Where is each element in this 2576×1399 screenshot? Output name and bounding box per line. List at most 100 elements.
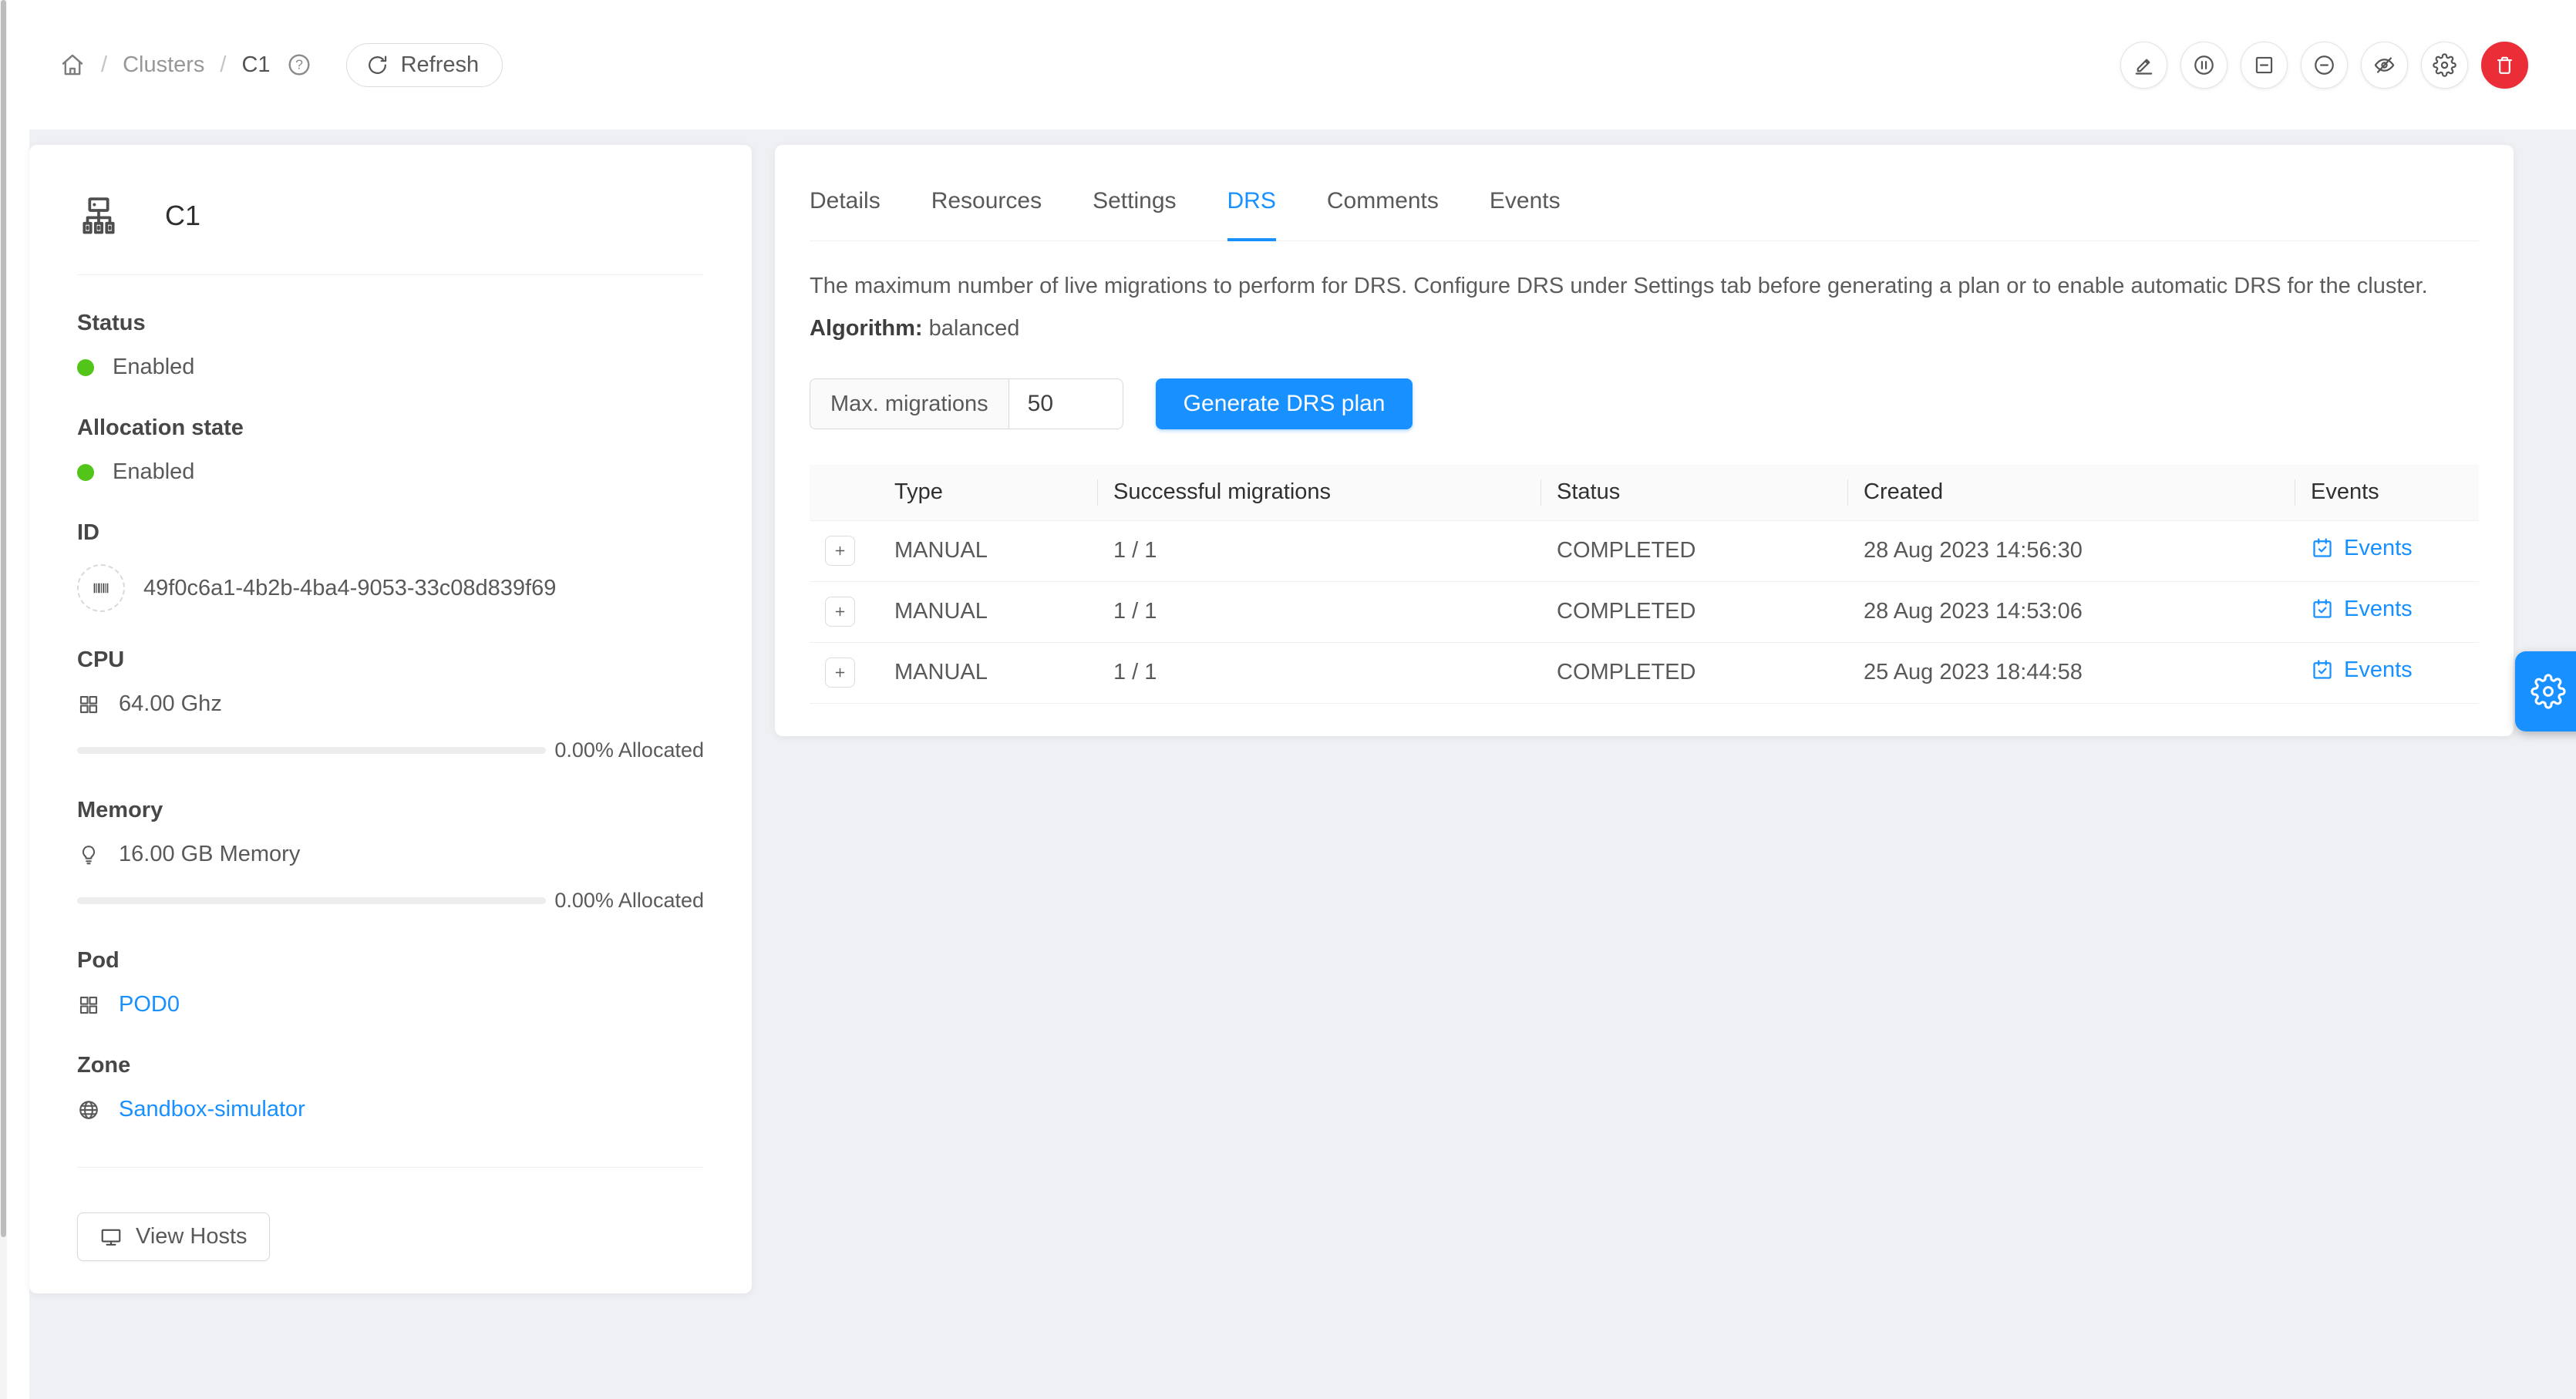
column-expand <box>810 465 879 520</box>
migrations-cell: 1 / 1 <box>1098 581 1541 642</box>
plus-icon <box>832 664 848 681</box>
divider <box>77 274 704 275</box>
table-row: MANUAL 1 / 1 COMPLETED 28 Aug 2023 14:56… <box>810 520 2479 581</box>
algorithm-label: Algorithm: <box>810 316 923 341</box>
edit-button[interactable] <box>2120 42 2167 89</box>
breadcrumb-separator: / <box>101 52 107 78</box>
memory-section: Memory 16.00 GB Memory 0.00% Allocated <box>77 798 704 913</box>
type-cell: MANUAL <box>879 581 1098 642</box>
home-icon[interactable] <box>59 52 86 78</box>
settings-button[interactable] <box>2421 42 2468 89</box>
calendar-check-icon <box>2311 658 2334 681</box>
pod-link[interactable]: POD0 <box>119 992 180 1017</box>
breadcrumb: / Clusters / C1 ? Refresh <box>59 43 503 87</box>
memory-allocated: 0.00% Allocated <box>554 889 704 913</box>
tabs: Details Resources Settings DRS Comments … <box>810 145 2479 241</box>
info-card: C1 Status Enabled Allocation state Enabl… <box>29 145 752 1293</box>
table-header-row: Type Successful migrations Status Create… <box>810 465 2479 520</box>
plus-icon <box>832 543 848 559</box>
breadcrumb-separator: / <box>220 52 226 78</box>
status-cell: COMPLETED <box>1541 520 1848 581</box>
memory-progressbar <box>77 897 546 904</box>
calendar-check-icon <box>2311 597 2334 620</box>
events-link[interactable]: Events <box>2311 657 2413 683</box>
pause-button[interactable] <box>2180 42 2227 89</box>
status-section: Status Enabled <box>77 311 704 380</box>
column-type: Type <box>879 465 1098 520</box>
id-label: ID <box>77 520 704 546</box>
globe-icon <box>77 1098 100 1122</box>
trash-icon <box>2493 53 2517 77</box>
events-label: Events <box>2344 536 2413 561</box>
zone-label: Zone <box>77 1053 704 1078</box>
zone-link[interactable]: Sandbox-simulator <box>119 1097 305 1122</box>
question-circle-icon[interactable]: ? <box>286 52 312 78</box>
algorithm-value: balanced <box>929 316 1020 341</box>
memory-value: 16.00 GB Memory <box>119 842 300 867</box>
drs-controls: Max. migrations Generate DRS plan <box>810 378 2479 429</box>
migrations-cell: 1 / 1 <box>1098 520 1541 581</box>
desktop-icon <box>99 1226 123 1249</box>
scrollbar-thumb[interactable] <box>1 0 6 1237</box>
id-value: 49f0c6a1-4b2b-4ba4-9053-33c08d839f69 <box>143 576 556 601</box>
cpu-value: 64.00 Ghz <box>119 691 222 717</box>
cpu-allocated: 0.00% Allocated <box>554 738 704 762</box>
pod-label: Pod <box>77 948 704 974</box>
tab-settings[interactable]: Settings <box>1093 188 1176 240</box>
minus-circle-icon <box>2312 53 2336 77</box>
pencil-icon <box>2132 53 2156 77</box>
generate-drs-plan-button[interactable]: Generate DRS plan <box>1156 378 1413 429</box>
status-value: Enabled <box>113 355 194 380</box>
view-hosts-button[interactable]: View Hosts <box>77 1212 270 1261</box>
status-dot <box>77 359 94 376</box>
gear-icon <box>2433 53 2456 77</box>
migrations-cell: 1 / 1 <box>1098 642 1541 703</box>
hide-button[interactable] <box>2361 42 2408 89</box>
pause-circle-icon <box>2192 53 2216 77</box>
pod-section: Pod POD0 <box>77 948 704 1017</box>
floating-settings-button[interactable] <box>2515 651 2576 731</box>
barcode-icon <box>77 564 125 612</box>
type-cell: MANUAL <box>879 520 1098 581</box>
expand-row-button[interactable] <box>825 597 855 627</box>
disable-button[interactable] <box>2301 42 2348 89</box>
status-cell: COMPLETED <box>1541 642 1848 703</box>
table-row: MANUAL 1 / 1 COMPLETED 28 Aug 2023 14:53… <box>810 581 2479 642</box>
status-cell: COMPLETED <box>1541 581 1848 642</box>
unmanage-button[interactable] <box>2241 42 2288 89</box>
tab-events[interactable]: Events <box>1490 188 1561 240</box>
reload-icon <box>365 53 389 77</box>
resource-header: C1 <box>77 145 704 237</box>
max-migrations-group: Max. migrations <box>810 378 1123 429</box>
breadcrumb-item-current: C1 <box>241 52 270 78</box>
tab-drs[interactable]: DRS <box>1227 188 1276 240</box>
divider <box>77 1167 704 1168</box>
column-created: Created <box>1848 465 2295 520</box>
detail-card: Details Resources Settings DRS Comments … <box>775 145 2514 736</box>
refresh-button[interactable]: Refresh <box>346 43 503 87</box>
tab-details[interactable]: Details <box>810 188 881 240</box>
minus-square-icon <box>2252 53 2276 77</box>
cpu-label: CPU <box>77 647 704 673</box>
breadcrumb-item-clusters[interactable]: Clusters <box>123 52 204 78</box>
id-section: ID 49f0c6a1-4b2b-4ba4-9053-33c08d839f69 <box>77 520 704 612</box>
events-label: Events <box>2344 657 2413 683</box>
allocation-dot <box>77 464 94 481</box>
drs-description: The maximum number of live migrations to… <box>810 274 2479 299</box>
tab-comments[interactable]: Comments <box>1327 188 1439 240</box>
type-cell: MANUAL <box>879 642 1098 703</box>
expand-row-button[interactable] <box>825 657 855 688</box>
delete-button[interactable] <box>2481 42 2528 89</box>
svg-text:?: ? <box>295 57 303 72</box>
allocation-value: Enabled <box>113 459 194 485</box>
events-link[interactable]: Events <box>2311 597 2413 622</box>
tab-resources[interactable]: Resources <box>931 188 1042 240</box>
expand-row-button[interactable] <box>825 536 855 566</box>
bulb-icon <box>77 843 100 866</box>
appstore-icon <box>77 693 100 716</box>
max-migrations-input[interactable] <box>1009 378 1123 429</box>
events-link[interactable]: Events <box>2311 536 2413 561</box>
created-cell: 28 Aug 2023 14:53:06 <box>1848 581 2295 642</box>
table-row: MANUAL 1 / 1 COMPLETED 25 Aug 2023 18:44… <box>810 642 2479 703</box>
top-bar: / Clusters / C1 ? Refresh <box>7 0 2576 129</box>
